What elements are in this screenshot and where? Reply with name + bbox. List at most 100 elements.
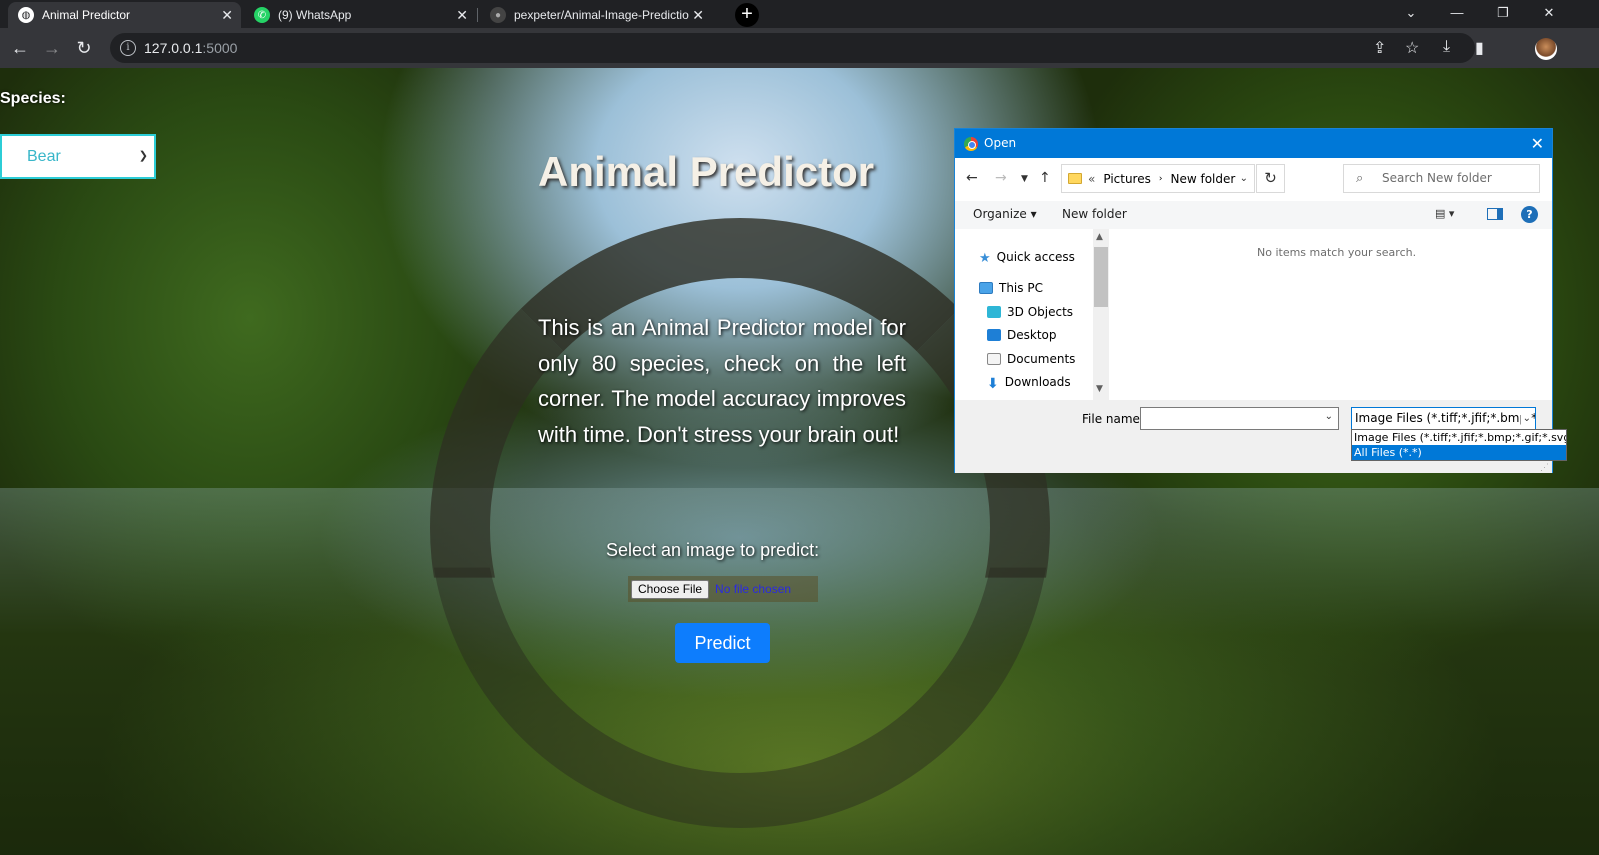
nav-documents[interactable]: Documents	[987, 352, 1075, 366]
organize-button[interactable]: Organize ▾	[973, 207, 1037, 221]
back-arrow-icon[interactable]: ←	[6, 34, 34, 62]
resize-grip-icon[interactable]: ⋰	[1540, 462, 1549, 473]
forward-arrow-icon[interactable]: →	[38, 34, 66, 62]
file-type-option-all[interactable]: All Files (*.*)	[1352, 445, 1566, 460]
close-icon[interactable]: ✕	[692, 7, 704, 24]
close-icon[interactable]: ✕	[221, 7, 233, 24]
tab-title: pexpeter/Animal-Image-Predictio	[514, 8, 689, 22]
breadcrumb-new-folder[interactable]: New folder	[1170, 172, 1235, 186]
tab-search-icon[interactable]: ⌄	[1388, 0, 1434, 28]
minimize-button[interactable]: —	[1434, 0, 1480, 28]
nav-label: Documents	[1007, 352, 1076, 366]
navigation-pane: ★ Quick access This PC 3D Objects Deskto…	[955, 229, 1109, 400]
file-type-select[interactable]: Image Files (*.tiff;*.jfif;*.bmp;*.g ⌄	[1351, 407, 1536, 430]
tab-strip: ◍ Animal Predictor ✕ ✆ (9) WhatsApp ✕ ● …	[0, 0, 1599, 28]
open-file-dialog: Open ✕ ← → ▼ ↑ « Pictures › New folder ⌄…	[954, 128, 1553, 473]
preview-pane-icon[interactable]	[1487, 208, 1503, 220]
tab-separator	[477, 8, 478, 22]
scroll-down-icon[interactable]: ▼	[1096, 384, 1103, 394]
window-close-button[interactable]: ✕	[1526, 0, 1572, 28]
globe-icon: ◍	[18, 7, 34, 23]
document-icon	[987, 353, 1001, 365]
chevron-down-icon: ❯	[138, 150, 148, 162]
folder-icon	[1068, 173, 1082, 184]
chevron-down-icon: ⌄	[1520, 408, 1531, 429]
share-icon[interactable]: ⇪	[1373, 38, 1386, 58]
predict-button[interactable]: Predict	[675, 623, 770, 663]
avatar[interactable]	[1535, 38, 1557, 60]
scrollbar-thumb[interactable]	[1094, 247, 1108, 307]
breadcrumb-overflow: «	[1088, 171, 1096, 186]
nav-label: Downloads	[1004, 375, 1071, 389]
github-icon: ●	[490, 7, 506, 23]
breadcrumb-pictures[interactable]: Pictures	[1103, 172, 1151, 186]
file-type-option-image[interactable]: Image Files (*.tiff;*.jfif;*.bmp;*.gif;*…	[1352, 430, 1566, 445]
cube-icon	[987, 306, 1001, 318]
dialog-titlebar: Open ✕	[955, 129, 1552, 158]
restore-button[interactable]: ❐	[1480, 0, 1526, 28]
computer-icon	[979, 282, 993, 294]
nav-3d-objects[interactable]: 3D Objects	[987, 305, 1073, 319]
tab-whatsapp[interactable]: ✆ (9) WhatsApp ✕	[244, 2, 476, 28]
help-icon[interactable]: ?	[1521, 206, 1538, 223]
side-panel-icon[interactable]: ▮	[1475, 38, 1484, 58]
download-arrow-icon: ⬇	[987, 376, 999, 392]
bookmark-star-icon[interactable]: ☆	[1405, 38, 1419, 58]
file-input[interactable]: Choose File No file chosen	[628, 576, 818, 602]
browser-toolbar: ← → ↻ i 127.0.0.1:5000 ⇪ ☆ ⤓ ▮ ⋮	[0, 28, 1599, 68]
species-select[interactable]: Bear ❯	[0, 134, 156, 179]
address-bar[interactable]: i 127.0.0.1:5000	[110, 33, 1475, 63]
forward-arrow-icon[interactable]: →	[995, 170, 1007, 186]
nav-label: Quick access	[996, 250, 1075, 264]
new-tab-button[interactable]: +	[735, 3, 759, 27]
refresh-button[interactable]: ↻	[1256, 164, 1285, 193]
nav-quick-access[interactable]: ★ Quick access	[979, 250, 1075, 266]
organize-label: Organize	[973, 207, 1027, 221]
no-file-text: No file chosen	[715, 582, 792, 596]
nav-label: 3D Objects	[1007, 305, 1074, 319]
new-folder-button[interactable]: New folder	[1062, 207, 1127, 221]
nav-downloads[interactable]: ⬇ Downloads	[987, 375, 1071, 392]
tab-title: (9) WhatsApp	[278, 8, 352, 22]
browser-chrome: ◍ Animal Predictor ✕ ✆ (9) WhatsApp ✕ ● …	[0, 0, 1599, 68]
scroll-up-icon[interactable]: ▲	[1096, 232, 1103, 242]
command-bar: Organize ▾ New folder ▤ ▾ ?	[955, 201, 1552, 229]
file-type-selected: Image Files (*.tiff;*.jfif;*.bmp;*.g	[1355, 411, 1535, 425]
up-arrow-icon[interactable]: ↑	[1039, 170, 1051, 186]
search-placeholder: Search New folder	[1382, 171, 1492, 185]
species-selected-value: Bear	[27, 147, 61, 165]
star-icon: ★	[979, 251, 991, 266]
nav-desktop[interactable]: Desktop	[987, 328, 1057, 342]
search-input[interactable]: ⌕ Search New folder	[1343, 164, 1540, 193]
tab-github[interactable]: ● pexpeter/Animal-Image-Predictio ✕	[480, 2, 712, 28]
nav-label: Desktop	[1007, 328, 1057, 342]
change-view-icon[interactable]: ▤ ▾	[1435, 207, 1454, 220]
breadcrumb-separator: ›	[1158, 173, 1163, 184]
download-icon[interactable]: ⤓	[1443, 38, 1450, 56]
intro-text: This is an Animal Predictor model for on…	[538, 315, 906, 447]
close-icon[interactable]: ✕	[456, 7, 468, 24]
recent-locations-icon[interactable]: ▼	[1021, 174, 1028, 184]
url-host: 127.0.0.1	[144, 40, 203, 56]
close-icon[interactable]: ✕	[1531, 129, 1544, 158]
species-label: Species:	[0, 90, 66, 107]
nav-label: This PC	[999, 281, 1043, 295]
tab-animal-predictor[interactable]: ◍ Animal Predictor ✕	[8, 2, 241, 28]
chevron-down-icon[interactable]: ⌄	[1325, 411, 1333, 422]
choose-file-button[interactable]: Choose File	[631, 579, 710, 599]
select-image-label: Select an image to predict:	[606, 540, 820, 560]
file-name-input[interactable]: ⌄	[1140, 407, 1339, 430]
chrome-icon	[964, 137, 978, 151]
reload-icon[interactable]: ↻	[70, 34, 98, 62]
back-arrow-icon[interactable]: ←	[966, 170, 978, 186]
folder-address-bar[interactable]: « Pictures › New folder ⌄	[1061, 164, 1255, 193]
tab-title: Animal Predictor	[42, 8, 131, 22]
desktop-icon	[987, 329, 1001, 341]
info-icon[interactable]: i	[120, 40, 136, 56]
file-name-label: File name:	[1082, 412, 1144, 426]
page-title: Animal Predictor	[538, 148, 875, 195]
nav-this-pc[interactable]: This PC	[979, 281, 1043, 295]
chevron-down-icon[interactable]: ⌄	[1240, 173, 1248, 184]
search-icon: ⌕	[1356, 171, 1364, 186]
empty-message: No items match your search.	[1257, 246, 1417, 259]
